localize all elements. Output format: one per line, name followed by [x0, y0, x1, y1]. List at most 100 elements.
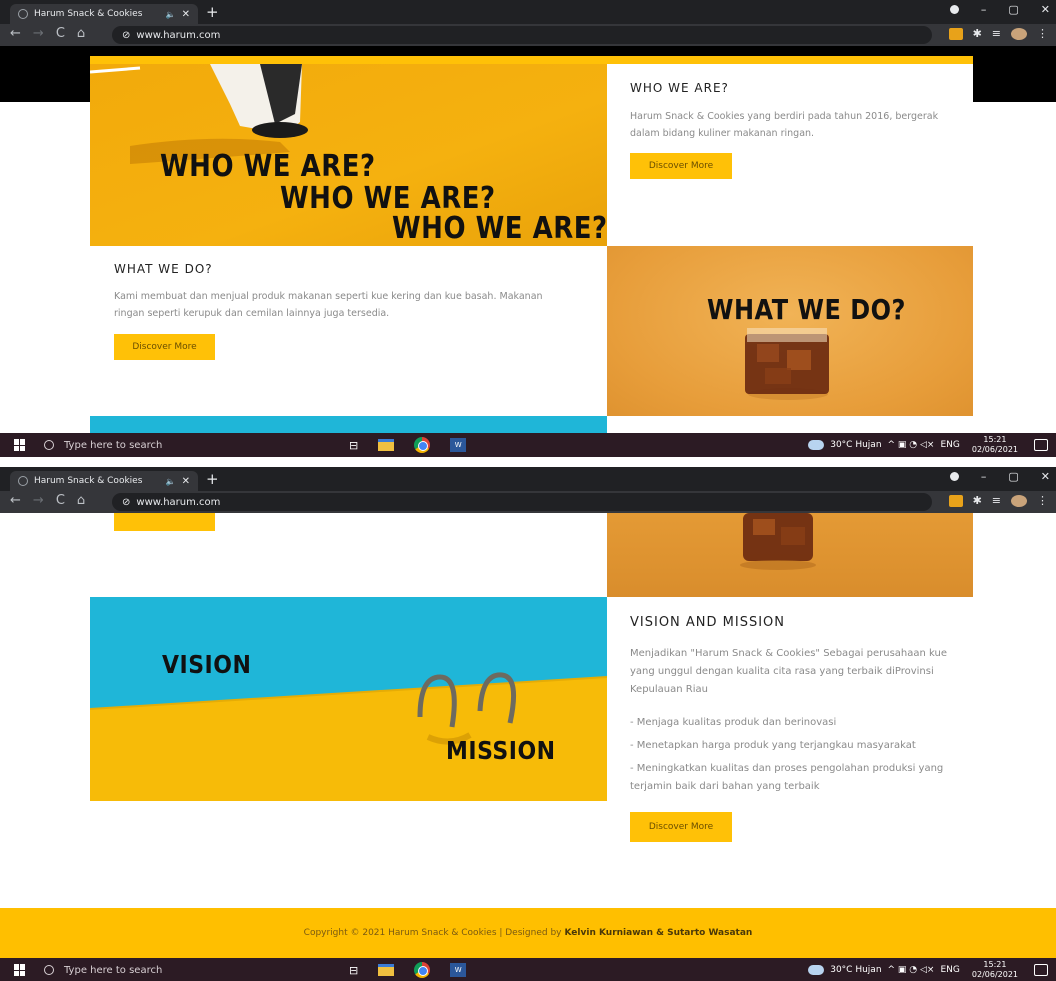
file-explorer-icon[interactable] [378, 964, 395, 976]
forward-button[interactable]: → [33, 493, 44, 508]
taskbar-search-input[interactable]: Type here to search [44, 960, 289, 980]
notification-icon[interactable] [1034, 964, 1048, 976]
home-button[interactable]: ⌂ [77, 26, 85, 41]
close-window-button[interactable]: ✕ [1041, 470, 1050, 483]
reload-button[interactable]: C [56, 26, 65, 41]
image-mission-text: MISSION [446, 737, 556, 766]
media-list-icon[interactable]: ≡ [992, 494, 1001, 507]
nav-buttons: ← → C ⌂ [10, 26, 85, 41]
taskbar-search-placeholder: Type here to search [64, 964, 163, 976]
footer-copyright: Copyright © 2021 Harum Snack & Cookies |… [303, 928, 562, 938]
clock[interactable]: 15:21 02/06/2021 [972, 960, 1018, 980]
who-text: Harum Snack & Cookies yang berdiri pada … [630, 111, 939, 139]
extension-gift-icon[interactable] [948, 494, 963, 507]
tab-close-icon[interactable]: ✕ [182, 9, 190, 20]
clock-time: 15:21 [983, 435, 1007, 444]
clock[interactable]: 15:21 02/06/2021 [972, 435, 1018, 455]
url-input[interactable]: ⊘ www.harum.com [112, 26, 932, 44]
system-tray: 30°C Hujan ^ ▣ ◔ ◁× ENG 15:21 02/06/2021 [808, 960, 1056, 980]
taskbar-search-placeholder: Type here to search [64, 439, 163, 451]
home-button[interactable]: ⌂ [77, 493, 85, 508]
who-we-are-text-panel: WHO WE ARE? Harum Snack & Cookies yang b… [607, 64, 973, 246]
what-discover-button[interactable]: Discover More [114, 334, 215, 360]
new-tab-button[interactable]: + [206, 470, 219, 488]
tray-icons[interactable]: ^ ▣ ◔ ◁× [888, 440, 935, 450]
accent-top-bar [90, 56, 973, 64]
windows-start-icon[interactable] [14, 439, 26, 451]
clock-time: 15:21 [983, 960, 1007, 969]
browser-tab-bar: Harum Snack & Cookies 🔈 ✕ + – ▢ ✕ [0, 0, 1056, 24]
site-info-icon[interactable]: ⊘ [122, 497, 130, 508]
weather-cloud-icon[interactable] [808, 440, 825, 450]
browser-tab[interactable]: Harum Snack & Cookies 🔈 ✕ [10, 4, 198, 24]
weather-cloud-icon[interactable] [808, 965, 825, 975]
window-controls: – ▢ ✕ [949, 470, 1050, 483]
reload-button[interactable]: C [56, 493, 65, 508]
footer: Copyright © 2021 Harum Snack & Cookies |… [0, 908, 1056, 958]
media-list-icon[interactable]: ≡ [992, 27, 1001, 40]
language-indicator[interactable]: ENG [940, 965, 959, 975]
vision-mission-text-panel: VISION AND MISSION Menjadikan "Harum Sna… [607, 597, 973, 843]
word-icon[interactable]: W [450, 963, 467, 977]
extensions-puzzle-icon[interactable]: ✱ [973, 27, 982, 40]
extensions-puzzle-icon[interactable]: ✱ [973, 494, 982, 507]
windows-start-icon[interactable] [14, 964, 26, 976]
record-icon[interactable] [949, 472, 959, 481]
menu-kebab-icon[interactable]: ⋮ [1037, 494, 1048, 507]
profile-avatar[interactable] [1011, 27, 1027, 40]
minimize-button[interactable]: – [981, 470, 987, 483]
vision-text: Menjadikan "Harum Snack & Cookies" Sebag… [630, 648, 947, 695]
site-info-icon[interactable]: ⊘ [122, 30, 130, 41]
file-explorer-icon[interactable] [378, 439, 395, 451]
maximize-button[interactable]: ▢ [1008, 3, 1018, 16]
mission-item-2: - Menetapkan harga produk yang terjangka… [630, 740, 916, 751]
task-view-icon[interactable]: ⊟ [349, 964, 358, 977]
tab-close-icon[interactable]: ✕ [182, 476, 190, 487]
nav-buttons: ← → C ⌂ [10, 493, 85, 508]
weather-text[interactable]: 30°C Hujan [830, 965, 881, 975]
taskbar-search-input[interactable]: Type here to search [44, 435, 289, 455]
vision-discover-button[interactable]: Discover More [630, 812, 732, 842]
what-heading: WHAT WE DO? [114, 262, 213, 276]
menu-kebab-icon[interactable]: ⋮ [1037, 27, 1048, 40]
weather-text[interactable]: 30°C Hujan [830, 440, 881, 450]
url-input[interactable]: ⊘ www.harum.com [112, 493, 932, 511]
record-icon[interactable] [949, 5, 959, 14]
maximize-button[interactable]: ▢ [1008, 470, 1018, 483]
who-discover-button[interactable]: Discover More [630, 153, 732, 179]
what-button-remnant[interactable] [114, 513, 215, 531]
browser-tab[interactable]: Harum Snack & Cookies 🔈 ✕ [10, 471, 198, 491]
extension-gift-icon[interactable] [948, 27, 963, 40]
back-button[interactable]: ← [10, 493, 21, 508]
new-tab-button[interactable]: + [206, 3, 219, 21]
what-we-do-image: WHAT WE DO? [607, 246, 973, 416]
tab-title: Harum Snack & Cookies [34, 476, 143, 486]
speaker-icon[interactable]: 🔈 [166, 10, 176, 19]
screenshot-top: Harum Snack & Cookies 🔈 ✕ + – ▢ ✕ ← → C … [0, 0, 1056, 457]
image-vision-text: VISION [162, 651, 252, 680]
close-window-button[interactable]: ✕ [1041, 3, 1050, 16]
url-text: www.harum.com [136, 496, 221, 508]
clock-date: 02/06/2021 [971, 445, 1018, 454]
tray-icons[interactable]: ^ ▣ ◔ ◁× [888, 965, 935, 975]
notification-icon[interactable] [1034, 439, 1048, 451]
address-bar: ← → C ⌂ ⊘ www.harum.com ✱ ≡ ⋮ [0, 491, 1056, 513]
who-we-are-image: WHO WE ARE? WHO WE ARE? WHO WE ARE? [90, 64, 607, 246]
what-text: Kami membuat dan menjual produk makanan … [114, 291, 543, 319]
language-indicator[interactable]: ENG [940, 440, 959, 450]
favicon-icon [18, 476, 28, 486]
vision-heading: VISION AND MISSION [630, 615, 786, 630]
chrome-icon[interactable] [414, 437, 431, 453]
screenshot-bottom: Harum Snack & Cookies 🔈 ✕ + – ▢ ✕ ← → C … [0, 467, 1056, 981]
speaker-icon[interactable]: 🔈 [166, 477, 176, 486]
profile-avatar[interactable] [1011, 494, 1027, 507]
window-controls: – ▢ ✕ [949, 3, 1050, 16]
minimize-button[interactable]: – [981, 3, 987, 16]
vision-image-peek [90, 416, 607, 433]
forward-button[interactable]: → [33, 26, 44, 41]
search-icon [44, 965, 54, 975]
back-button[interactable]: ← [10, 26, 21, 41]
task-view-icon[interactable]: ⊟ [349, 439, 358, 452]
chrome-icon[interactable] [414, 962, 431, 978]
word-icon[interactable]: W [450, 438, 467, 452]
